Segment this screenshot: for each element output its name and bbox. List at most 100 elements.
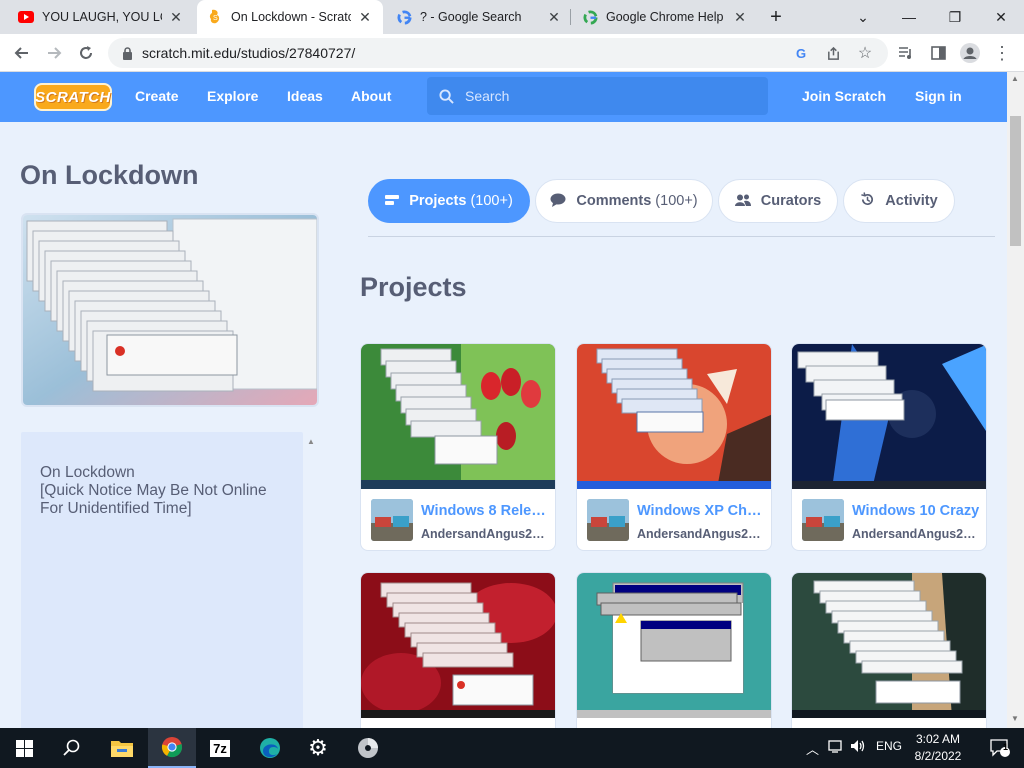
project-card[interactable] <box>360 572 556 728</box>
language-indicator[interactable]: ENG <box>876 739 902 753</box>
project-thumbnail[interactable] <box>577 573 771 718</box>
tab-activity[interactable]: Activity <box>843 179 955 223</box>
project-card[interactable] <box>576 572 772 728</box>
project-card[interactable]: Windows XP Chaos AndersandAngus2022 <box>576 343 772 551</box>
url-text[interactable]: scratch.mit.edu/studios/27840727/ <box>142 45 355 61</box>
comment-icon <box>550 193 566 210</box>
browser-tab-strip: YOU LAUGH, YOU LOSE ✕ S On Lockdown - Sc… <box>0 0 1024 34</box>
tab-close-icon[interactable]: ✕ <box>357 9 373 26</box>
restore-button[interactable]: ❐ <box>932 0 978 34</box>
profile-button[interactable] <box>956 39 984 67</box>
volume-icon[interactable] <box>850 739 867 756</box>
show-hidden-icons-chevron-icon[interactable]: ︿ <box>806 739 819 758</box>
edge-icon[interactable] <box>246 728 294 768</box>
tab-label: Curators <box>760 193 822 209</box>
project-title[interactable]: Windows XP Chaos <box>637 503 767 519</box>
clock-date: 8/2/2022 <box>914 749 962 763</box>
project-thumbnail[interactable] <box>792 573 986 718</box>
disc-icon[interactable] <box>344 728 392 768</box>
sign-in-link[interactable]: Sign in <box>915 88 962 104</box>
tab-close-icon[interactable]: ✕ <box>168 9 184 26</box>
chrome-icon[interactable] <box>148 728 196 768</box>
tab-curators[interactable]: Curators <box>718 179 838 223</box>
project-author[interactable]: AndersandAngus2022 <box>852 527 982 541</box>
tab-label: Comments <box>576 193 652 209</box>
tab-search-dropdown-icon[interactable]: ⌄ <box>840 0 886 34</box>
side-panel-button[interactable] <box>924 39 952 67</box>
minimize-button[interactable]: — <box>886 0 932 34</box>
tabs-divider <box>368 236 995 237</box>
7zip-icon[interactable]: 7z <box>196 728 244 768</box>
google-lens-icon[interactable]: G <box>792 44 810 62</box>
settings-icon[interactable]: ⚙ <box>294 728 342 768</box>
project-card[interactable]: Windows 8 Release AndersandAngus2022 <box>360 343 556 551</box>
site-search-input[interactable]: Search <box>427 77 768 115</box>
author-avatar[interactable] <box>587 499 629 541</box>
tab-close-icon[interactable]: ✕ <box>732 9 748 26</box>
studio-page: On Lockdown On Lockdown [Quick Notice Ma… <box>0 122 1007 728</box>
project-title[interactable]: Windows 8 Release <box>421 503 551 519</box>
scroll-up-icon[interactable]: ▲ <box>1011 74 1019 83</box>
tab-title: YOU LAUGH, YOU LOSE <box>42 10 162 24</box>
studio-description: On Lockdown [Quick Notice May Be Not Onl… <box>40 464 267 517</box>
scratch-logo[interactable]: SCRATCH <box>34 83 112 111</box>
tab-youtube[interactable]: YOU LAUGH, YOU LOSE ✕ <box>8 0 194 34</box>
tab-chrome-help[interactable]: Google Chrome Help ✕ <box>572 0 758 34</box>
project-title[interactable]: Windows 10 Crazy <box>852 503 982 519</box>
share-icon[interactable] <box>824 44 842 62</box>
close-window-button[interactable]: ✕ <box>978 0 1024 34</box>
author-avatar[interactable] <box>802 499 844 541</box>
projects-icon <box>385 194 400 209</box>
scroll-down-icon[interactable]: ▼ <box>1011 714 1019 723</box>
system-clock[interactable]: 3:02 AM 8/2/2022 <box>910 731 966 765</box>
nav-about[interactable]: About <box>351 88 391 104</box>
project-thumbnail[interactable] <box>577 344 771 489</box>
nav-ideas[interactable]: Ideas <box>287 88 323 104</box>
notification-center-icon[interactable]: 1 <box>976 728 1024 768</box>
new-tab-button[interactable]: + <box>758 0 794 34</box>
back-button[interactable] <box>8 39 36 67</box>
lock-icon[interactable] <box>118 44 136 62</box>
youtube-icon <box>18 9 34 25</box>
project-thumbnail[interactable] <box>792 344 986 489</box>
tab-google-search[interactable]: ? - Google Search ✕ <box>386 0 572 34</box>
scrollbar-thumb[interactable] <box>1010 116 1021 246</box>
tab-count: (100+) <box>655 193 698 209</box>
playlist-icon <box>899 47 911 59</box>
tab-title: On Lockdown - Scratch <box>231 10 351 24</box>
project-card[interactable]: Windows 10 Crazy AndersandAngus2022 <box>791 343 987 551</box>
tab-comments[interactable]: Comments (100+) <box>535 179 713 223</box>
project-card[interactable] <box>791 572 987 728</box>
project-thumbnail[interactable] <box>361 344 555 489</box>
forward-button[interactable] <box>40 39 68 67</box>
page-scrollbar[interactable]: ▲ ▼ <box>1007 72 1024 728</box>
tab-close-icon[interactable]: ✕ <box>546 9 562 26</box>
join-scratch-link[interactable]: Join Scratch <box>802 88 886 104</box>
nav-explore[interactable]: Explore <box>207 88 258 104</box>
start-icon[interactable] <box>0 728 48 768</box>
address-bar[interactable]: scratch.mit.edu/studios/27840727/ G ☆ <box>108 38 888 68</box>
tab-projects[interactable]: Projects (100+) <box>368 179 530 223</box>
studio-description-box[interactable]: On Lockdown [Quick Notice May Be Not Onl… <box>21 432 303 728</box>
windows-taskbar: 7z ⚙ ︿ ENG 3:02 AM 8/2/2022 1 <box>0 728 1024 768</box>
studio-title: On Lockdown <box>20 160 199 190</box>
network-icon[interactable] <box>828 739 844 756</box>
history-icon <box>860 192 875 210</box>
nav-create[interactable]: Create <box>135 88 179 104</box>
project-thumbnail[interactable] <box>361 573 555 718</box>
scroll-up-arrow-icon[interactable]: ▲ <box>307 437 315 446</box>
bookmark-star-icon[interactable]: ☆ <box>856 44 874 62</box>
search-icon[interactable] <box>48 728 96 768</box>
curators-icon <box>734 194 751 209</box>
media-controls-button[interactable] <box>892 39 920 67</box>
studio-thumbnail <box>21 213 319 407</box>
file-explorer-icon[interactable] <box>98 728 146 768</box>
tab-scratch[interactable]: S On Lockdown - Scratch ✕ <box>197 0 383 34</box>
reload-button[interactable] <box>72 39 100 67</box>
project-author[interactable]: AndersandAngus2022 <box>637 527 767 541</box>
chrome-menu-icon[interactable]: ⋮ <box>988 39 1016 67</box>
svg-text:S: S <box>213 15 218 22</box>
tab-label: Activity <box>885 193 938 209</box>
author-avatar[interactable] <box>371 499 413 541</box>
project-author[interactable]: AndersandAngus2022 <box>421 527 551 541</box>
